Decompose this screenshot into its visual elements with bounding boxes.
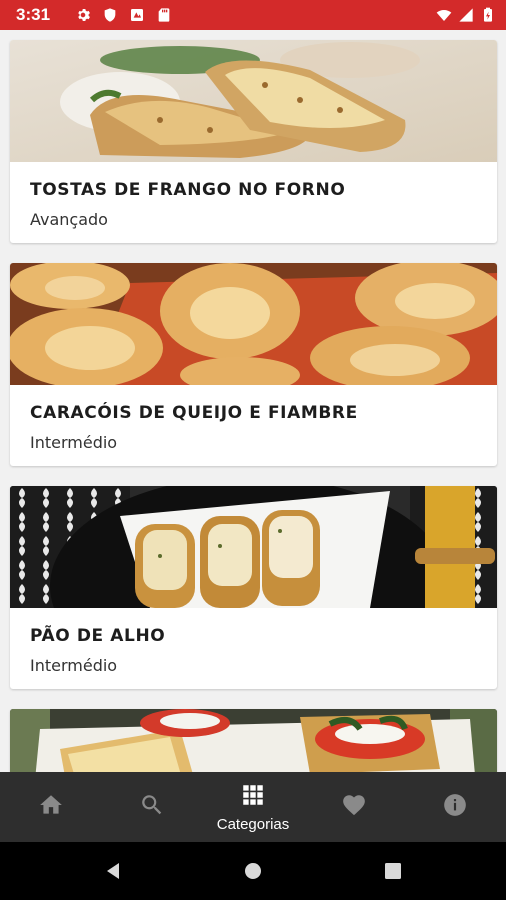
nav-favorites[interactable] (304, 772, 405, 842)
wifi-icon (436, 7, 452, 23)
home-icon (38, 792, 64, 823)
recipe-card[interactable]: CARACÓIS DE QUEIJO E FIAMBRE Intermédio (10, 263, 497, 466)
recipe-list[interactable]: TOSTAS DE FRANGO NO FORNO Avançado CARAC… (0, 30, 506, 772)
recipe-difficulty: Intermédio (30, 433, 118, 452)
nav-label: Categorias (216, 815, 290, 833)
recipe-difficulty: Intermédio (30, 656, 118, 675)
recipe-card[interactable]: PÃO DE ALHO Intermédio (10, 486, 497, 689)
search-icon (139, 792, 165, 823)
nav-home[interactable] (0, 772, 101, 842)
recipe-difficulty: Avançado (30, 210, 108, 229)
recipe-card[interactable]: TOSTAS DE FRANGO NO FORNO Avançado (10, 40, 497, 243)
recipe-title: PÃO DE ALHO (30, 626, 166, 646)
recipe-title: CARACÓIS DE QUEIJO E FIAMBRE (30, 403, 358, 423)
notification-icon (129, 7, 145, 23)
recipe-card[interactable] (10, 709, 497, 772)
heart-icon (341, 792, 367, 823)
signal-icon (458, 7, 474, 23)
system-navigation-bar (0, 842, 506, 900)
back-icon[interactable] (103, 861, 123, 881)
sd-card-icon (156, 7, 172, 23)
recipe-image (10, 709, 497, 772)
recipe-title: TOSTAS DE FRANGO NO FORNO (30, 180, 346, 200)
nav-categorias[interactable]: Categorias (202, 772, 303, 842)
bottom-navigation: Categorias (0, 772, 506, 842)
shield-icon (102, 7, 118, 23)
gear-icon (75, 7, 91, 23)
status-time: 3:31 (16, 5, 51, 24)
nav-info[interactable] (405, 772, 506, 842)
nav-search[interactable] (101, 772, 202, 842)
recipe-image (10, 263, 497, 385)
grid-icon (240, 782, 266, 813)
info-icon (442, 792, 468, 823)
battery-icon (480, 7, 496, 23)
recipe-image (10, 486, 497, 608)
recents-icon[interactable] (383, 861, 403, 881)
home-circle-icon[interactable] (243, 861, 263, 881)
recipe-image (10, 40, 497, 162)
status-bar: 3:31 (0, 0, 506, 30)
